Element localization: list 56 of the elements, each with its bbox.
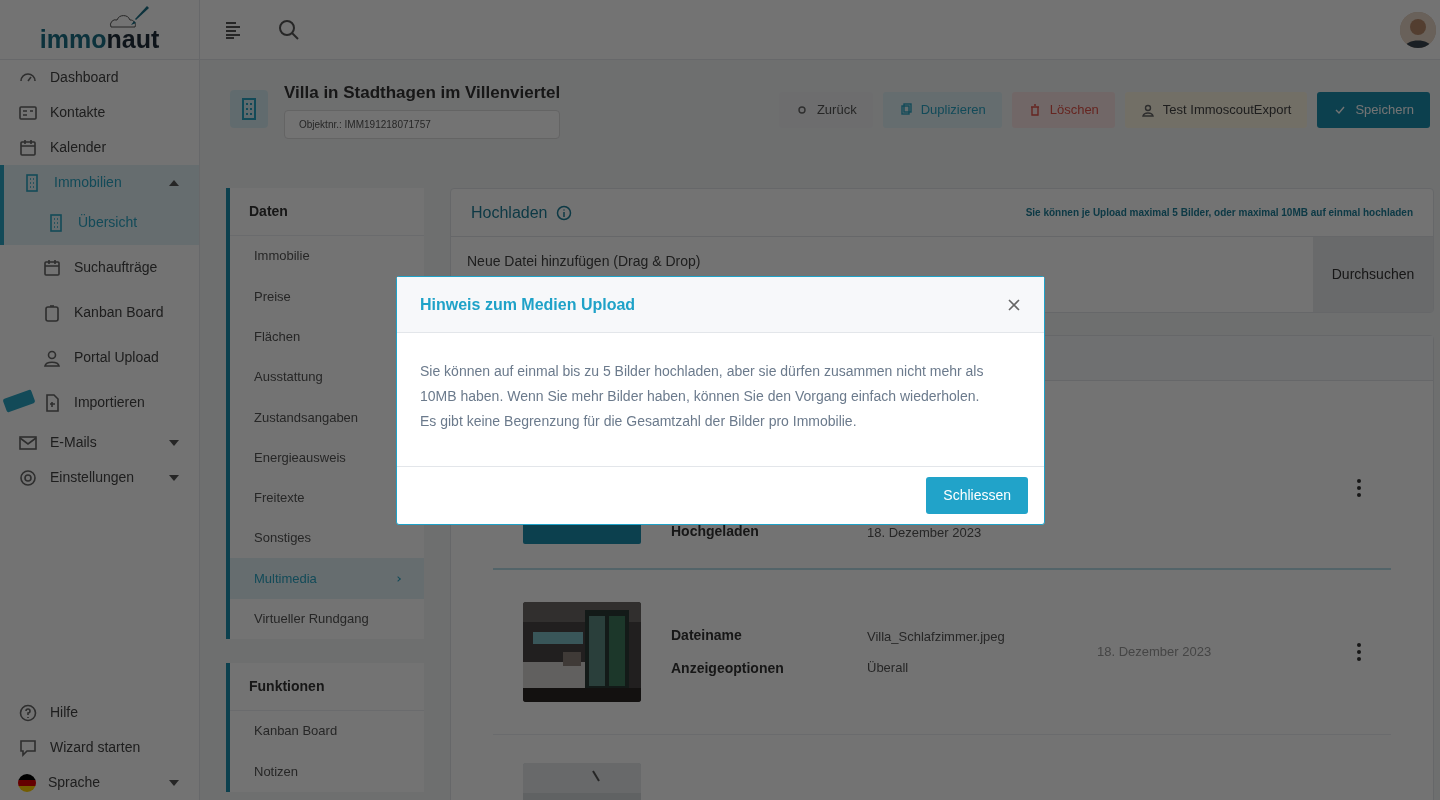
sidebar-item[interactable]: Dashboard — [0, 60, 199, 95]
dialog-title: Hinweis zum Medien Upload — [420, 294, 636, 315]
object-number-tag: Objektnr.: IMM191218071757 — [284, 109, 561, 139]
nav-item[interactable]: Kanban Board — [230, 710, 424, 752]
clipboard-icon — [42, 302, 62, 323]
field-label: Hochgeladen — [671, 522, 760, 541]
field-label: Dateiname — [671, 626, 743, 645]
sidebar-item[interactable]: Übersicht — [4, 200, 199, 245]
sidebar-item[interactable]: Kontakte — [0, 95, 199, 130]
sidebar-item[interactable]: Kanban Board — [0, 290, 199, 335]
sidebar-item[interactable]: Kalender — [0, 130, 199, 165]
building-icon — [230, 90, 268, 128]
user-icon — [1140, 103, 1155, 117]
more-icon[interactable] — [1357, 643, 1361, 661]
toolbar-button[interactable]: Löschen — [1011, 92, 1115, 128]
nav-item[interactable]: Sonstiges — [230, 518, 424, 559]
toolbar-button[interactable]: Speichern — [1317, 92, 1430, 128]
help-icon — [18, 702, 38, 723]
sidebar-item[interactable]: Wizard starten — [0, 730, 199, 765]
info-icon[interactable] — [555, 204, 572, 221]
sidebar-item[interactable]: Einstellungen — [0, 460, 199, 495]
nav-section-title: Funktionen — [230, 662, 424, 711]
nav-item[interactable]: Immobilie — [230, 236, 424, 277]
sidebar-item[interactable]: Importieren — [0, 380, 199, 425]
section-title: Hochladen — [471, 202, 548, 223]
close-button[interactable]: Schliessen — [926, 477, 1028, 514]
toolbar-button[interactable]: Test ImmoscoutExport — [1124, 92, 1308, 128]
nav-item[interactable]: Virtueller Rundgang — [230, 598, 424, 639]
toolbar-button[interactable]: Duplizieren — [882, 92, 1002, 128]
copy-icon — [898, 103, 913, 117]
sidebar-item[interactable]: Suchaufträge — [0, 245, 199, 290]
nav-item[interactable]: Multimedia — [230, 558, 424, 599]
field-value: Überall — [867, 659, 910, 677]
field-label: Anzeigeoptionen — [671, 659, 785, 678]
flag-icon — [18, 773, 36, 792]
field-value: 18. Dezember 2023 — [867, 523, 983, 542]
settings-icon — [18, 467, 38, 488]
logo: immonaut — [39, 3, 160, 53]
calendar-icon — [42, 257, 62, 278]
sidebar-item[interactable]: Sprache — [0, 765, 199, 800]
more-icon[interactable] — [1357, 479, 1361, 497]
nav-item[interactable]: Notizen — [230, 751, 424, 792]
field-value: Villa_Schlafzimmer.jpeg — [867, 627, 1006, 646]
avatar[interactable] — [1400, 11, 1436, 48]
search-icon[interactable] — [278, 18, 300, 41]
property-title: Villa in Stadthagen im Villenviertel — [284, 82, 561, 104]
nav-section-title: Daten — [230, 188, 424, 236]
close-icon[interactable] — [1007, 297, 1021, 312]
browse-button[interactable]: Durchsuchen — [1313, 237, 1433, 312]
calendar-icon — [18, 137, 38, 158]
sidebar-item[interactable]: E-Mails — [0, 425, 199, 460]
sidebar-item[interactable]: Hilfe — [0, 695, 199, 730]
sidebar-item[interactable]: Portal Upload — [0, 335, 199, 380]
dialog-message: Sie können auf einmal bis zu 5 Bilder hochladen, aber sie dürfen zusammen nicht mehr als 10MB haben. Wenn Sie mehr Bilder haben, können Sie den Vorgang einfach wiederholen. Es gibt keine Begrenzung für die Gesamtzahl der Bilder pro Immobilie. — [420, 362, 985, 431]
chat-icon — [18, 737, 38, 758]
upload-limit-note: Sie können je Upload maximal 5 Bilder, oder maximal 10MB auf einmal hochladen — [1025, 206, 1413, 220]
